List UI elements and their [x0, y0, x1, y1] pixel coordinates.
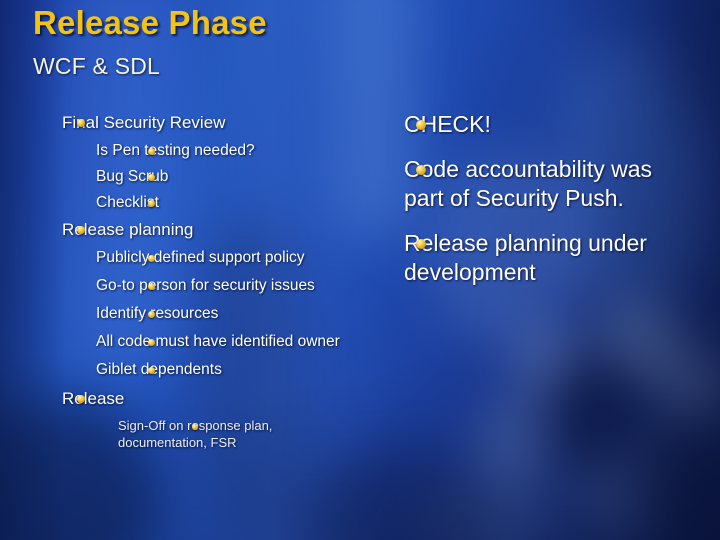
bullet-icon	[148, 174, 155, 181]
bullet-icon	[416, 120, 426, 130]
right-bullet-list: CHECK! Code accountability was part of S…	[366, 110, 696, 303]
list-item: Release planning	[62, 219, 352, 240]
list-item: Is Pen testing needed?	[96, 141, 352, 161]
list-item: CHECK!	[404, 110, 696, 139]
bullet-icon	[148, 148, 155, 155]
list-item-label: Is Pen testing needed?	[96, 142, 255, 159]
list-item: Sign-Off on response plan, documentation…	[118, 417, 352, 451]
list-item: Code accountability was part of Security…	[404, 155, 696, 213]
bullet-icon	[416, 239, 426, 249]
list-item: Identify resources	[96, 304, 352, 324]
bullet-icon	[148, 311, 155, 318]
bullet-icon	[148, 200, 155, 207]
slide-content: Release Phase WCF & SDL Final Security R…	[0, 0, 720, 540]
list-item: Release planning under development	[404, 229, 696, 287]
list-item-label: Release planning under development	[404, 230, 647, 285]
bullet-icon	[77, 226, 85, 234]
list-item: Go-to person for security issues	[96, 276, 352, 296]
list-item-label: All code must have identified owner	[96, 333, 340, 350]
bullet-icon	[77, 119, 85, 127]
list-item: All code must have identified owner	[96, 332, 352, 352]
bullet-icon	[77, 395, 85, 403]
list-item: Bug Scrub	[96, 167, 352, 187]
slide: Release Phase WCF & SDL Final Security R…	[0, 0, 720, 540]
list-item: Giblet dependents	[96, 360, 352, 380]
bullet-icon	[148, 367, 155, 374]
list-item: Publicly defined support policy	[96, 248, 352, 268]
list-item-label: Go-to person for security issues	[96, 277, 315, 294]
left-bullet-list: Final Security Review Is Pen testing nee…	[22, 112, 352, 459]
slide-subtitle: WCF & SDL	[33, 53, 161, 79]
list-item-label: CHECK!	[404, 111, 491, 137]
list-item-label: Publicly defined support policy	[96, 249, 305, 266]
list-item-label: Sign-Off on response plan, documentation…	[118, 418, 273, 450]
list-item-label: Checklist	[96, 194, 159, 211]
list-item-label: Release	[62, 389, 125, 408]
list-item-label: Bug Scrub	[96, 168, 169, 185]
slide-title: Release Phase	[33, 4, 267, 41]
bullet-icon	[148, 339, 155, 346]
list-item-label: Code accountability was part of Security…	[404, 156, 653, 211]
list-item-label: Release planning	[62, 220, 194, 239]
list-item-label: Giblet dependents	[96, 361, 222, 378]
list-item-label: Identify resources	[96, 305, 219, 322]
bullet-icon	[148, 255, 155, 262]
list-item-label: Final Security Review	[62, 113, 226, 132]
bullet-icon	[148, 283, 155, 290]
bullet-icon	[192, 424, 198, 430]
list-item: Checklist	[96, 193, 352, 213]
list-item: Final Security Review	[62, 112, 352, 133]
bullet-icon	[416, 165, 426, 175]
list-item: Release	[62, 388, 352, 409]
